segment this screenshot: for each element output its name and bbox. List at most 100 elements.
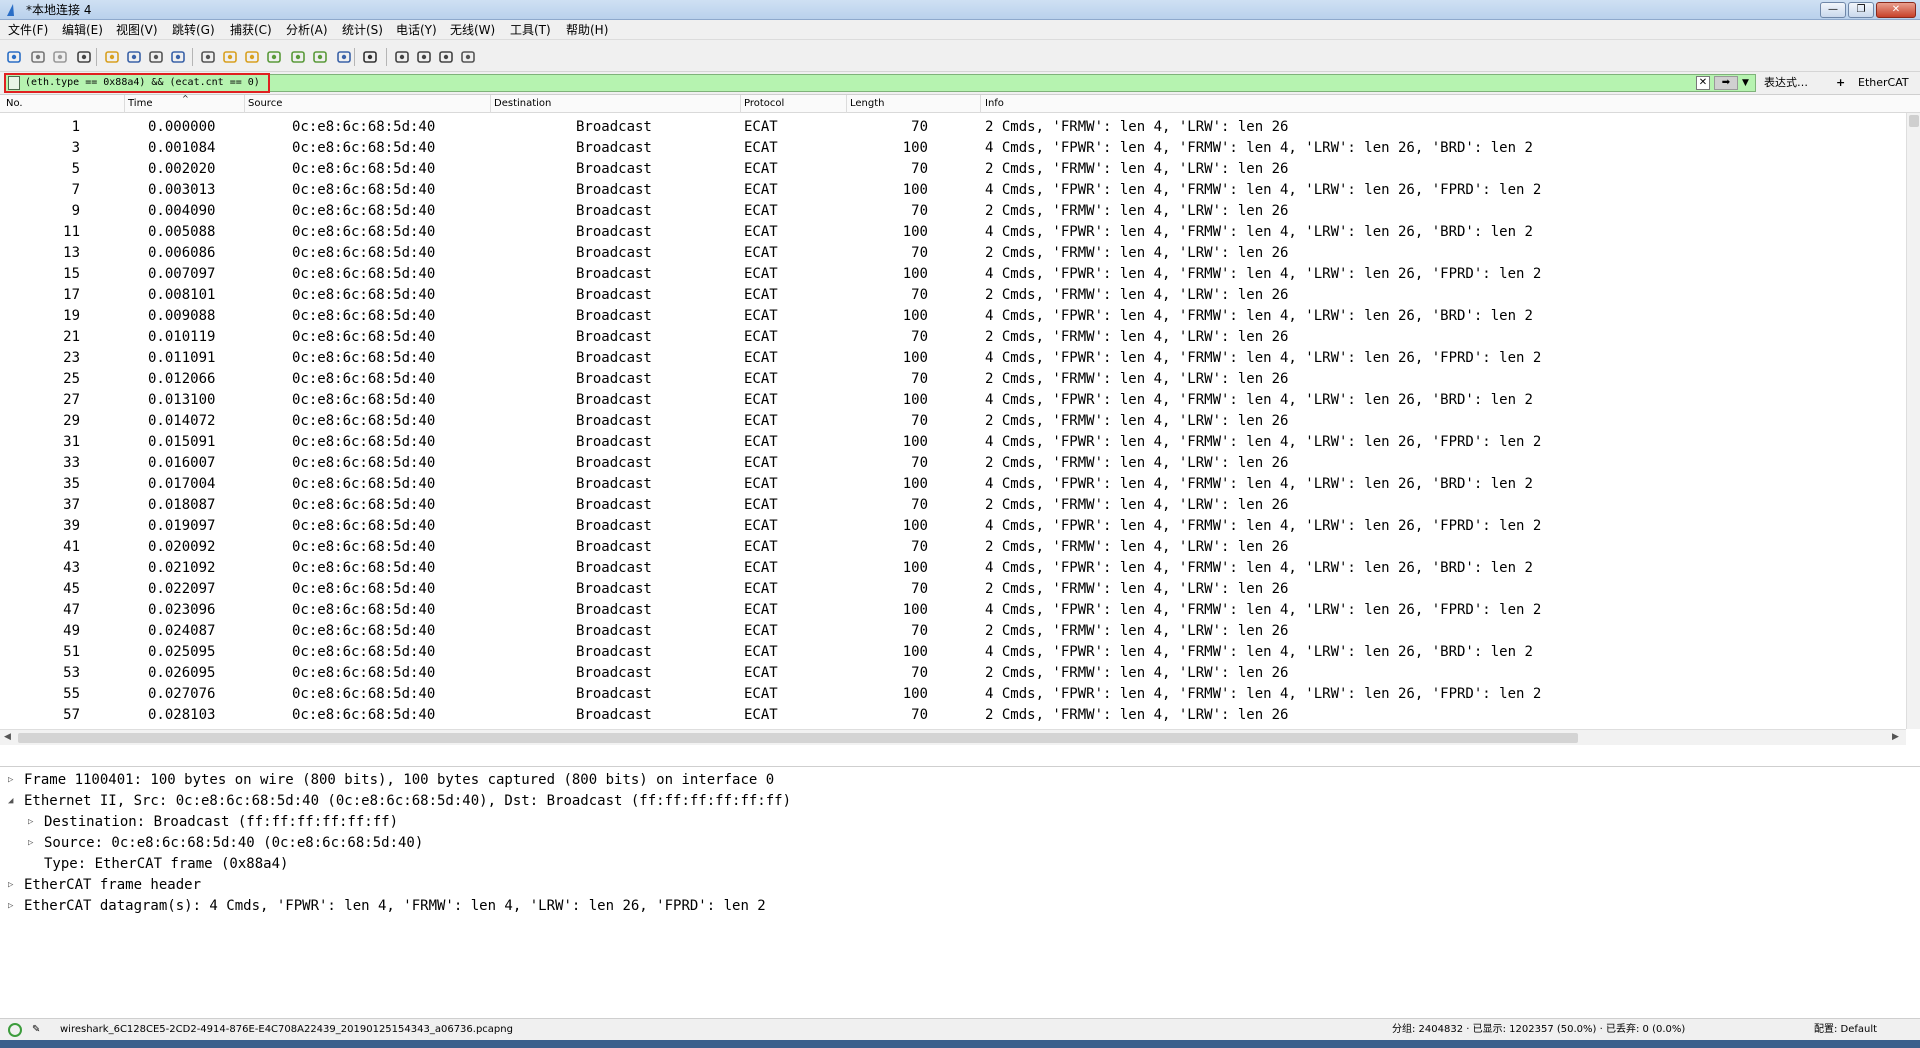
resize-columns-icon[interactable] [460,49,476,65]
packet-row[interactable]: 17 0.008101 0c:e8:6c:68:5d:40 Broadcast ECAT… [0,285,1906,306]
menu-item-5[interactable]: 分析(A) [286,23,328,37]
colorize-icon[interactable] [362,49,378,65]
add-filter-button[interactable]: + [1836,75,1845,91]
apply-filter-arrow-icon[interactable]: ➡ [1714,76,1738,90]
packet-row[interactable]: 33 0.016007 0c:e8:6c:68:5d:40 Broadcast ECAT… [0,453,1906,474]
go-first-icon[interactable] [290,49,306,65]
packet-row[interactable]: 45 0.022097 0c:e8:6c:68:5d:40 Broadcast ECAT… [0,579,1906,600]
menu-item-0[interactable]: 文件(F) [8,23,48,37]
column-header-destination[interactable]: Destination [494,98,551,110]
expand-icon[interactable]: ▷ [8,896,13,917]
go-forward-icon[interactable] [244,49,260,65]
packet-row[interactable]: 27 0.013100 0c:e8:6c:68:5d:40 Broadcast ECAT… [0,390,1906,411]
column-separator[interactable] [740,95,741,113]
go-to-packet-icon[interactable] [266,49,282,65]
menu-item-6[interactable]: 统计(S) [342,23,383,37]
column-header-protocol[interactable]: Protocol [744,98,784,110]
menu-item-9[interactable]: 工具(T) [510,23,551,37]
packet-row[interactable]: 39 0.019097 0c:e8:6c:68:5d:40 Broadcast ECAT… [0,516,1906,537]
detail-tree-item[interactable]: EtherCAT frame header [24,875,201,896]
detail-tree-item[interactable]: Type: EtherCAT frame (0x88a4) [44,854,288,875]
menu-item-4[interactable]: 捕获(C) [230,23,272,37]
detail-tree-item[interactable]: Source: 0c:e8:6c:68:5d:40 (0c:e8:6c:68:5… [44,833,423,854]
packet-row[interactable]: 55 0.027076 0c:e8:6c:68:5d:40 Broadcast ECAT… [0,684,1906,705]
capture-status-icon[interactable] [8,1023,22,1037]
filter-button-ethercat[interactable]: EtherCAT [1858,75,1909,91]
vertical-scroll-thumb[interactable] [1909,115,1919,127]
close-file-icon[interactable] [148,49,164,65]
shark-fin-start-icon[interactable] [6,49,22,65]
expand-icon[interactable]: ▷ [28,812,33,833]
packet-row[interactable]: 31 0.015091 0c:e8:6c:68:5d:40 Broadcast ECAT… [0,432,1906,453]
packet-row[interactable]: 35 0.017004 0c:e8:6c:68:5d:40 Broadcast ECAT… [0,474,1906,495]
packet-row[interactable]: 41 0.020092 0c:e8:6c:68:5d:40 Broadcast ECAT… [0,537,1906,558]
detail-tree-item[interactable]: EtherCAT datagram(s): 4 Cmds, 'FPWR': le… [24,896,766,917]
packet-row[interactable]: 43 0.021092 0c:e8:6c:68:5d:40 Broadcast ECAT… [0,558,1906,579]
open-folder-icon[interactable] [104,49,120,65]
packet-row[interactable]: 23 0.011091 0c:e8:6c:68:5d:40 Broadcast ECAT… [0,348,1906,369]
packet-list-horizontal-scrollbar[interactable]: ◀ ▶ [0,729,1906,745]
go-last-icon[interactable] [312,49,328,65]
column-header-source[interactable]: Source [248,98,282,110]
restore-button[interactable]: ❐ [1848,2,1874,18]
filter-expression-button[interactable]: 表达式… [1764,75,1808,91]
stop-icon[interactable] [30,49,46,65]
menu-item-2[interactable]: 视图(V) [116,23,158,37]
packet-row[interactable]: 7 0.003013 0c:e8:6c:68:5d:40 Broadcast ECAT 1… [0,180,1906,201]
column-separator[interactable] [980,95,981,113]
packet-row[interactable]: 37 0.018087 0c:e8:6c:68:5d:40 Broadcast ECAT… [0,495,1906,516]
filter-history-chevron-icon[interactable]: ▼ [1742,75,1754,91]
column-header-time[interactable]: Time [128,98,152,110]
horizontal-scroll-thumb[interactable] [18,733,1578,743]
column-header-no[interactable]: No. [6,98,23,110]
clear-filter-icon[interactable]: ✕ [1696,76,1710,90]
packet-row[interactable]: 29 0.014072 0c:e8:6c:68:5d:40 Broadcast ECAT… [0,411,1906,432]
column-separator[interactable] [244,95,245,113]
column-separator[interactable] [846,95,847,113]
packet-row[interactable]: 13 0.006086 0c:e8:6c:68:5d:40 Broadcast ECAT… [0,243,1906,264]
scroll-left-icon[interactable]: ◀ [4,732,11,742]
menu-item-3[interactable]: 跳转(G) [172,23,215,37]
close-button[interactable]: ✕ [1876,2,1916,18]
menu-item-1[interactable]: 编辑(E) [62,23,103,37]
auto-scroll-icon[interactable] [336,49,352,65]
packet-row[interactable]: 9 0.004090 0c:e8:6c:68:5d:40 Broadcast ECAT 7… [0,201,1906,222]
packet-row[interactable]: 49 0.024087 0c:e8:6c:68:5d:40 Broadcast ECAT… [0,621,1906,642]
expand-icon[interactable]: ▷ [28,833,33,854]
packet-row[interactable]: 53 0.026095 0c:e8:6c:68:5d:40 Broadcast ECAT… [0,663,1906,684]
menu-item-7[interactable]: 电话(Y) [396,23,437,37]
menu-item-8[interactable]: 无线(W) [450,23,495,37]
expand-icon[interactable]: ▷ [8,770,13,791]
packet-row[interactable]: 51 0.025095 0c:e8:6c:68:5d:40 Broadcast ECAT… [0,642,1906,663]
zoom-out-icon[interactable] [416,49,432,65]
packet-row[interactable]: 47 0.023096 0c:e8:6c:68:5d:40 Broadcast ECAT… [0,600,1906,621]
zoom-normal-icon[interactable] [438,49,454,65]
detail-tree-item[interactable]: Destination: Broadcast (ff:ff:ff:ff:ff:f… [44,812,398,833]
packet-row[interactable]: 15 0.007097 0c:e8:6c:68:5d:40 Broadcast ECAT… [0,264,1906,285]
expand-icon[interactable]: ▷ [8,875,13,896]
packet-row[interactable]: 21 0.010119 0c:e8:6c:68:5d:40 Broadcast ECAT… [0,327,1906,348]
column-header-length[interactable]: Length [850,98,885,110]
reload-icon[interactable] [170,49,186,65]
column-separator[interactable] [124,95,125,113]
packet-row[interactable]: 25 0.012066 0c:e8:6c:68:5d:40 Broadcast ECAT… [0,369,1906,390]
packet-row[interactable]: 57 0.028103 0c:e8:6c:68:5d:40 Broadcast ECAT… [0,705,1906,726]
collapse-icon[interactable]: ◢ [8,791,13,812]
minimize-button[interactable]: — [1820,2,1846,18]
column-header-info[interactable]: Info [985,98,1004,110]
save-icon[interactable] [126,49,142,65]
detail-tree-item[interactable]: Ethernet II, Src: 0c:e8:6c:68:5d:40 (0c:… [24,791,791,812]
detail-tree-item[interactable]: Frame 1100401: 100 bytes on wire (800 bi… [24,770,774,791]
scroll-right-icon[interactable]: ▶ [1892,732,1899,742]
capture-options-icon[interactable] [76,49,92,65]
zoom-in-icon[interactable] [394,49,410,65]
packet-row[interactable]: 3 0.001084 0c:e8:6c:68:5d:40 Broadcast ECAT 1… [0,138,1906,159]
packet-row[interactable]: 5 0.002020 0c:e8:6c:68:5d:40 Broadcast ECAT 7… [0,159,1906,180]
column-separator[interactable] [490,95,491,113]
packet-row[interactable]: 1 0.000000 0c:e8:6c:68:5d:40 Broadcast ECAT 7… [0,117,1906,138]
packet-list-vertical-scrollbar[interactable] [1906,113,1920,729]
go-back-icon[interactable] [222,49,238,65]
packet-row[interactable]: 11 0.005088 0c:e8:6c:68:5d:40 Broadcast ECAT… [0,222,1906,243]
profile-status[interactable]: 配置: Default [1814,1023,1877,1037]
restart-icon[interactable] [52,49,68,65]
